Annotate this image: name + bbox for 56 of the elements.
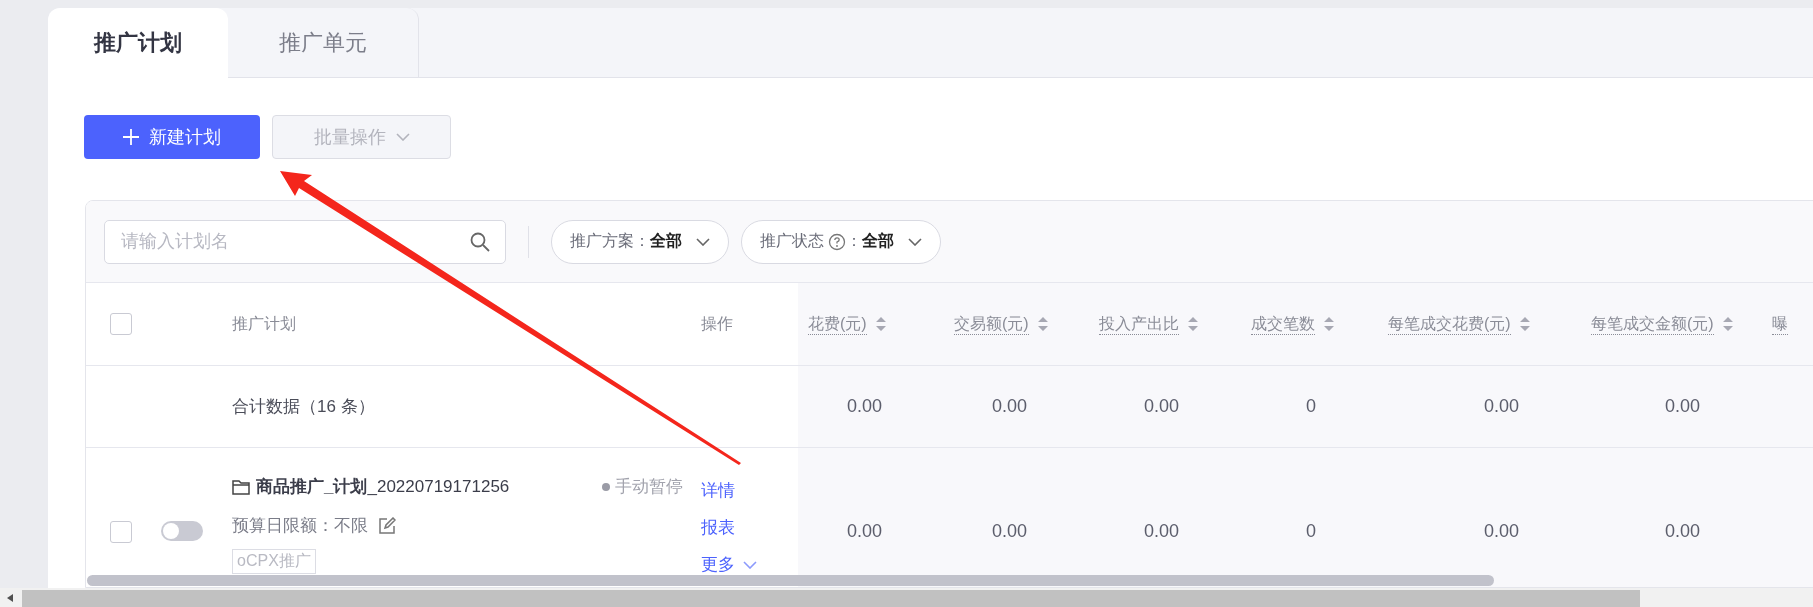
status-label: 手动暂停 xyxy=(615,476,683,498)
summary-value: 0.00 xyxy=(991,396,1027,417)
sort-icon[interactable] xyxy=(1187,316,1199,332)
tab[interactable]: 推广单元 xyxy=(228,8,419,77)
search-field[interactable]: 请输入计划名 xyxy=(104,219,506,264)
scroll-left-icon xyxy=(7,593,13,602)
new-plan-button[interactable]: 新建计划 xyxy=(84,115,260,159)
table-row[interactable]: 商品推广_计划_20220719171256 手动暂停 预算日限额：不限 oCPX推广 详情 报表 更多 0.00 0.00 0.00 0 0.00 0.00 xyxy=(86,448,1813,587)
summary-value: 0.00 xyxy=(846,396,882,417)
action-link[interactable]: 更多 xyxy=(701,553,757,576)
column-header: 花费(元) xyxy=(808,313,867,335)
column-header: 每笔成交金额(元) xyxy=(1591,313,1714,335)
chevron-down-icon xyxy=(696,237,710,246)
chevron-down-icon xyxy=(908,237,922,246)
chevron-down-icon xyxy=(743,560,757,569)
sort-icon[interactable] xyxy=(874,316,887,332)
tab[interactable]: 推广计划 xyxy=(48,8,228,78)
column-header: 操作 xyxy=(701,313,733,334)
action-link[interactable]: 报表 xyxy=(701,516,735,539)
filter-dropdown[interactable]: 推广状态 ：全部 xyxy=(741,219,941,264)
plan-name[interactable]: 商品推广_计划_20220719171256 xyxy=(256,475,510,498)
sort-icon[interactable] xyxy=(1036,316,1049,332)
table-cell: 0.00 xyxy=(1664,521,1700,542)
search-icon xyxy=(470,231,490,252)
tag: oCPX推广 xyxy=(232,549,316,574)
sort-icon[interactable] xyxy=(1721,316,1734,332)
sort-icon[interactable] xyxy=(1323,316,1335,332)
column-header: 成交笔数 xyxy=(1251,313,1315,335)
column-header: 推广计划 xyxy=(232,313,296,334)
chevron-down-icon xyxy=(395,133,410,141)
table-cell: 0 xyxy=(1306,521,1316,542)
table-cell: 0.00 xyxy=(846,521,882,542)
toggle-switch[interactable] xyxy=(161,521,203,541)
edit-icon[interactable] xyxy=(378,516,396,535)
column-header: 投入产出比 xyxy=(1099,313,1179,335)
column-header: 每笔成交花费(元) xyxy=(1388,313,1511,335)
summary-value: 0.00 xyxy=(1483,396,1519,417)
horizontal-scrollbar[interactable] xyxy=(0,588,1813,607)
table-cell: 0.00 xyxy=(1143,521,1179,542)
summary-value: 0 xyxy=(1306,396,1316,417)
plus-icon xyxy=(123,129,139,145)
summary-value: 0.00 xyxy=(1143,396,1179,417)
column-header: 交易额(元) xyxy=(954,313,1029,335)
folder-icon xyxy=(232,478,250,495)
sort-icon[interactable] xyxy=(1518,316,1531,332)
row-checkbox[interactable] xyxy=(110,521,132,543)
action-link[interactable]: 详情 xyxy=(701,479,735,502)
budget-label: 预算日限额：不限 xyxy=(232,515,368,537)
table-cell: 0.00 xyxy=(1483,521,1519,542)
summary-label: 合计数据（16 条） xyxy=(232,396,375,418)
filter-dropdown[interactable]: 推广方案：全部 xyxy=(551,219,729,264)
summary-value: 0.00 xyxy=(1664,396,1700,417)
scrollbar-thumb[interactable] xyxy=(87,575,1494,586)
column-header: 曝 xyxy=(1772,313,1788,335)
table-cell: 0.00 xyxy=(991,521,1027,542)
select-all-checkbox[interactable] xyxy=(110,313,132,335)
